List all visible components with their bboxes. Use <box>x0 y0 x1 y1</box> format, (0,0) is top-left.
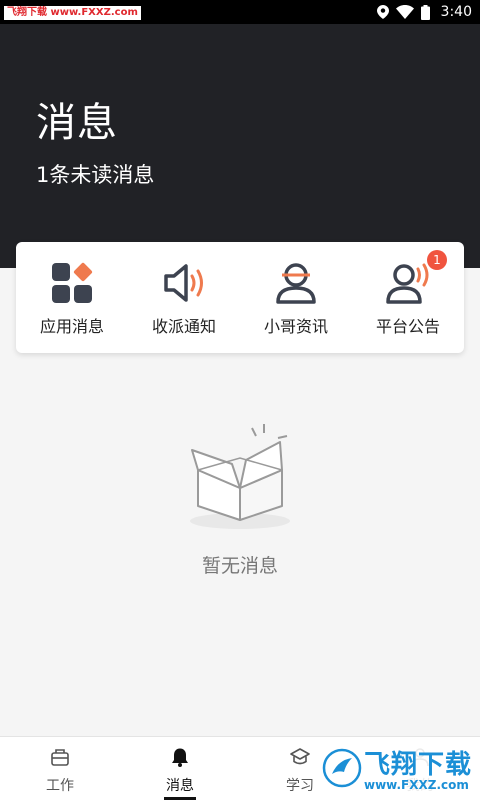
watermark-label: 飞翔下载 www.FXXZ.com <box>4 6 141 20</box>
nav-item-work[interactable]: 工作 <box>0 737 120 800</box>
watermark-overlay: 飞翔下载 www.FXXZ.com <box>318 740 476 798</box>
empty-box-icon <box>190 424 290 529</box>
category-platform-announcement[interactable]: 1 平台公告 <box>352 242 464 353</box>
location-icon <box>376 5 389 19</box>
work-icon <box>51 749 69 766</box>
status-bar: 飞翔下载 www.FXXZ.com 3:40 <box>0 0 480 24</box>
category-label: 小哥资讯 <box>263 317 328 336</box>
unread-badge: 1 <box>427 250 447 270</box>
page-title: 消息 <box>36 100 118 146</box>
status-time: 3:40 <box>440 4 472 20</box>
category-label: 应用消息 <box>39 317 104 336</box>
watermark-url: www.FXXZ.com <box>364 778 469 792</box>
bell-icon <box>172 748 188 767</box>
watermark-logo-icon <box>322 748 362 788</box>
speaker-icon <box>164 264 203 302</box>
unread-count-text: 1条未读消息 <box>36 163 155 187</box>
status-icons: 3:40 <box>376 0 472 24</box>
category-label: 收派通知 <box>151 317 216 336</box>
battery-icon <box>420 4 430 20</box>
nav-label: 消息 <box>166 778 194 794</box>
header: 消息 1条未读消息 <box>0 24 480 268</box>
empty-state-text: 暂无消息 <box>201 555 278 577</box>
nav-item-messages[interactable]: 消息 <box>120 737 240 800</box>
watermark-brand: 飞翔下载 <box>364 750 473 780</box>
category-courier-news[interactable]: 小哥资讯 <box>240 242 352 353</box>
wifi-icon <box>395 5 414 19</box>
learn-icon <box>290 748 310 765</box>
nav-label: 工作 <box>46 778 74 794</box>
announcement-icon <box>386 263 429 304</box>
category-app-messages[interactable]: 应用消息 <box>16 242 128 353</box>
apps-icon <box>52 262 93 303</box>
message-category-card: 应用消息 收派通知 小哥资讯 1 平台公告 <box>16 242 464 353</box>
category-label: 平台公告 <box>375 317 440 336</box>
category-dispatch-notice[interactable]: 收派通知 <box>128 242 240 353</box>
courier-icon <box>276 263 316 304</box>
